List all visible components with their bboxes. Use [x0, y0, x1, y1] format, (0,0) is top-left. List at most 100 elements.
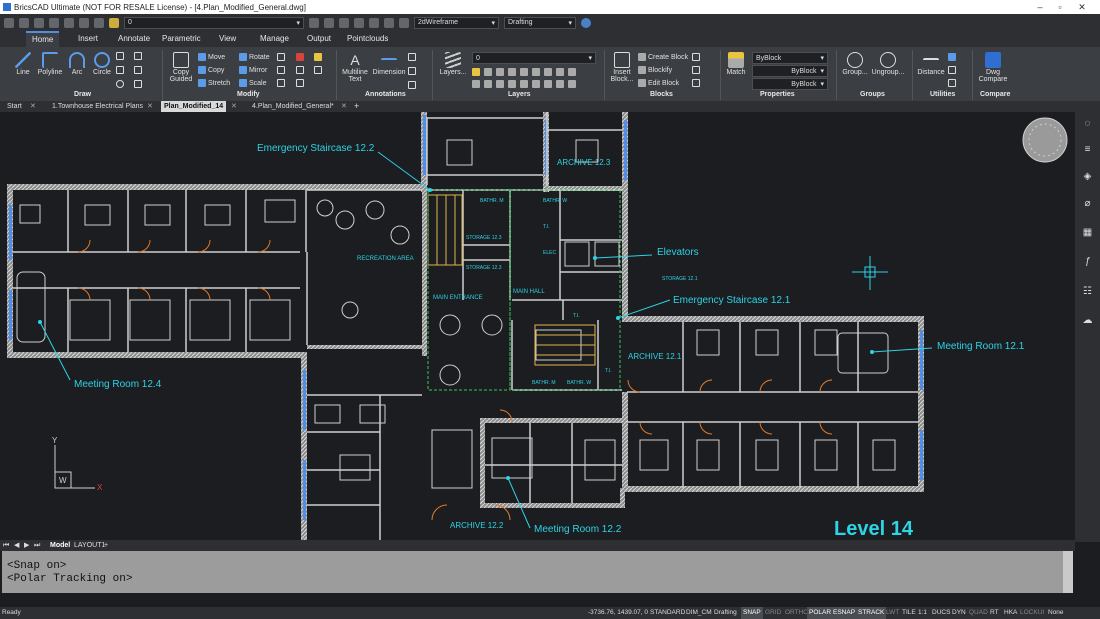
leader-button[interactable] — [408, 53, 416, 61]
save-icon[interactable] — [34, 17, 44, 28]
ungroup-button[interactable]: Ungroup... — [871, 52, 905, 76]
status-scale[interactable]: 1:1 — [916, 607, 929, 619]
tab-annotate[interactable]: Annotate — [112, 31, 156, 47]
hatch-panel-icon[interactable]: ▦ — [1080, 225, 1095, 240]
workspace-dropdown[interactable]: Drafting ▾ — [504, 16, 576, 29]
color-dropdown[interactable]: ByBlock ▾ — [752, 52, 828, 64]
line-button[interactable]: Line — [10, 52, 36, 76]
layer-off-icon[interactable] — [472, 80, 480, 88]
layer-iso-icon[interactable] — [520, 68, 528, 76]
layer-state-icon[interactable] — [532, 80, 540, 88]
status-grid[interactable]: GRID — [763, 607, 783, 619]
blockify-button[interactable]: Blockify — [638, 66, 672, 74]
multiline-text-button[interactable]: A Multiline Text — [340, 52, 370, 83]
navigation-wheel[interactable] — [1022, 117, 1068, 163]
scale-button[interactable]: Scale — [239, 79, 267, 87]
tab-model[interactable]: Model — [50, 540, 70, 551]
tab-parametric[interactable]: Parametric — [156, 31, 207, 47]
open-icon[interactable] — [19, 17, 29, 28]
attedit-button[interactable] — [692, 66, 700, 74]
mirror-button[interactable]: Mirror — [239, 66, 267, 74]
layer-lock-icon[interactable] — [384, 17, 394, 28]
move-button[interactable]: Move — [198, 53, 225, 61]
layer-uniso-icon[interactable] — [532, 68, 540, 76]
status-quad[interactable]: QUAD — [967, 607, 990, 619]
status-polar[interactable]: POLAR — [807, 607, 834, 619]
layer-unlock-icon[interactable] — [496, 80, 504, 88]
doc-tab-townhouse[interactable]: 1.Townhouse Electrical Plans — [52, 101, 143, 112]
layer-freeze-icon[interactable] — [484, 68, 492, 76]
layer-current-icon[interactable] — [568, 80, 576, 88]
match-layer-icon[interactable] — [309, 17, 319, 28]
doc-tab-plan-modified-14[interactable]: Plan_Modified_14 — [161, 101, 227, 112]
explode-button[interactable] — [296, 66, 304, 74]
saveas-icon[interactable] — [49, 17, 59, 28]
command-input[interactable] — [0, 593, 1100, 607]
ellipse-button[interactable] — [116, 80, 124, 88]
layer-color-icon[interactable] — [508, 68, 516, 76]
point-button[interactable] — [134, 80, 142, 88]
copy-guided-button[interactable]: Copy Guided — [166, 52, 196, 83]
minimize-button[interactable]: – — [1030, 0, 1050, 14]
layer-filter-icon[interactable] — [544, 80, 552, 88]
insert-block-button[interactable]: Insert Block... — [608, 52, 636, 83]
hatch-button[interactable] — [116, 66, 124, 74]
layer-freeze-icon[interactable] — [369, 17, 379, 28]
calc-button[interactable] — [948, 53, 956, 61]
id-point-button[interactable] — [948, 66, 956, 74]
visualstyle-dropdown[interactable]: 2dWireframe ▾ — [414, 16, 499, 29]
circle-button[interactable]: Circle — [90, 52, 114, 76]
close-icon[interactable]: ✕ — [147, 101, 153, 112]
region-button[interactable] — [134, 52, 142, 60]
status-annotation[interactable]: None — [1046, 607, 1066, 619]
properties-icon[interactable]: ≡ — [1080, 142, 1095, 157]
area-button[interactable] — [948, 79, 956, 87]
cloud-upload-icon[interactable]: ☁ — [1080, 313, 1095, 328]
extend-button[interactable] — [277, 66, 285, 74]
lineweight-dropdown[interactable]: ByBlock ▾ — [752, 78, 828, 90]
layer-on-icon[interactable] — [472, 68, 480, 76]
polyline-button[interactable]: Polyline — [36, 52, 64, 76]
create-block-button[interactable]: Create Block — [638, 53, 688, 61]
close-icon[interactable]: ✕ — [231, 101, 237, 112]
stretch-button[interactable]: Stretch — [198, 79, 230, 87]
attribute-button[interactable] — [692, 53, 700, 61]
layer-dropdown[interactable]: 0 ▾ — [124, 16, 304, 29]
doc-tab-plan-modified-general[interactable]: 4.Plan_Modified_General* — [252, 101, 334, 112]
close-icon[interactable]: ✕ — [341, 101, 347, 112]
layer-prev-icon[interactable] — [568, 68, 576, 76]
group-button[interactable]: Group... — [840, 52, 870, 76]
rotate-button[interactable]: Rotate — [239, 53, 270, 61]
status-rt[interactable]: RT — [988, 607, 1001, 619]
spline-button[interactable] — [134, 66, 142, 74]
dimension-button[interactable]: Dimension — [372, 52, 406, 76]
status-textstyle[interactable]: STANDARD — [648, 607, 687, 619]
layer-iso-icon[interactable] — [339, 17, 349, 28]
xref-button[interactable] — [692, 79, 700, 87]
layer-match-icon[interactable] — [556, 68, 564, 76]
attach-icon[interactable]: ⌀ — [1080, 196, 1095, 211]
distance-button[interactable]: Distance — [916, 52, 946, 76]
status-snap[interactable]: SNAP — [741, 607, 763, 619]
offset-button[interactable] — [277, 79, 285, 87]
add-layout-button[interactable]: + — [104, 540, 108, 551]
tab-manage[interactable]: Manage — [254, 31, 295, 47]
trim-button[interactable] — [277, 53, 285, 61]
structure-icon[interactable]: ☷ — [1080, 284, 1095, 299]
redo-icon[interactable] — [94, 17, 104, 28]
status-esnap[interactable]: ESNAP — [831, 607, 858, 619]
match-properties-button[interactable]: Match — [724, 52, 748, 76]
edit-block-button[interactable]: Edit Block — [638, 79, 679, 87]
status-hka[interactable]: HKA — [1002, 607, 1019, 619]
first-layout-icon[interactable]: ⏮ — [3, 540, 9, 551]
new-tab-button[interactable]: + — [354, 101, 359, 112]
layer-walk-icon[interactable] — [399, 17, 409, 28]
layers-button[interactable]: Layers... — [438, 52, 468, 76]
close-icon[interactable]: ✕ — [30, 101, 36, 112]
dwg-compare-button[interactable]: Dwg Compare — [976, 52, 1010, 83]
function-icon[interactable]: ƒ — [1080, 254, 1095, 269]
drawing-canvas[interactable]: Emergency Staircase 12.2 ARCHIVE 12.3 El… — [0, 112, 1075, 540]
layer-lock-icon[interactable] — [496, 68, 504, 76]
layer-thaw-icon[interactable] — [484, 80, 492, 88]
markup-button[interactable] — [408, 81, 416, 89]
